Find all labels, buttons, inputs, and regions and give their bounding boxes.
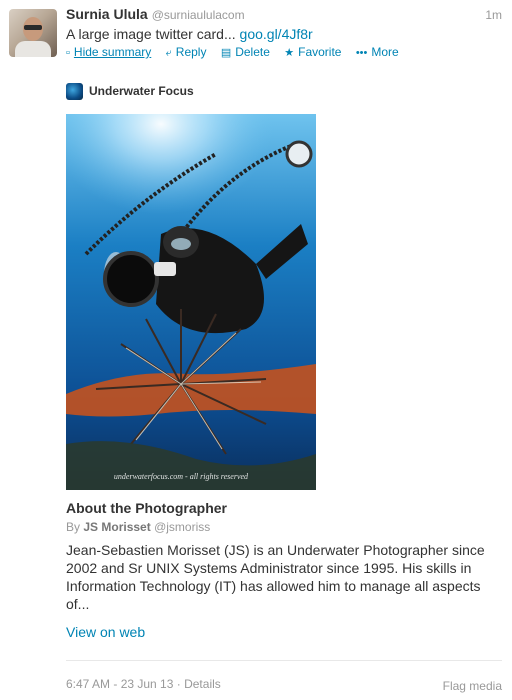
trash-icon: ▤ — [220, 47, 232, 59]
byline-prefix: By — [66, 520, 81, 534]
avatar[interactable] — [9, 9, 57, 57]
tweet-header: Surnia Ulula @surniaululacom 1m — [66, 6, 502, 24]
photo-diver-mask — [171, 238, 191, 250]
favorite-label: Favorite — [298, 45, 342, 59]
card-description: Jean-Sebastien Morisset (JS) is an Under… — [66, 542, 485, 612]
card-author-handle[interactable]: @jsmoriss — [154, 520, 210, 534]
avatar-sunglasses — [24, 25, 42, 30]
tweet-time[interactable]: 1m — [485, 8, 502, 22]
source-name: Underwater Focus — [89, 84, 194, 98]
hide-summary-button[interactable]: ▫ Hide summary — [66, 45, 151, 59]
reply-arrow-icon: ⤶ — [165, 47, 172, 59]
hide-summary-label: Hide summary — [73, 45, 152, 59]
footer-separator: · — [176, 677, 181, 691]
photo-camera-housing — [103, 251, 159, 307]
card-byline: By JS Morisset @jsmoriss — [66, 520, 210, 534]
delete-button[interactable]: ▤ Delete — [221, 45, 270, 59]
card-photo[interactable]: underwaterfocus.com - all rights reserve… — [66, 114, 316, 490]
tweet-timestamp[interactable]: 6:47 AM - 23 Jun 13 — [66, 677, 173, 691]
details-link[interactable]: Details — [184, 677, 221, 691]
footer-divider — [66, 660, 502, 661]
card-author[interactable]: JS Morisset — [83, 520, 150, 534]
avatar-shirt — [15, 41, 51, 57]
reply-label: Reply — [175, 45, 207, 59]
star-icon: ★ — [284, 47, 295, 59]
more-button[interactable]: ••• More — [356, 45, 399, 59]
tweet-footer: 6:47 AM - 23 Jun 13 · Details — [66, 677, 221, 691]
tweet: Surnia Ulula @surniaululacom 1m A large i… — [0, 0, 512, 700]
favorite-button[interactable]: ★ Favorite — [284, 45, 341, 59]
tweet-link[interactable]: goo.gl/4Jf8r — [240, 26, 313, 42]
tweet-actions: ▫ Hide summary ⤶ Reply ▤ Delete ★ Favorite •… — [66, 45, 410, 60]
delete-label: Delete — [235, 45, 270, 59]
view-on-web-link[interactable]: View on web — [66, 624, 145, 640]
user-handle[interactable]: @surniaululacom — [152, 8, 245, 22]
user-fullname[interactable]: Surnia Ulula — [66, 6, 148, 22]
tweet-text-body: A large image twitter card... — [66, 26, 236, 42]
source-logo-icon — [66, 83, 83, 100]
tweet-text: A large image twitter card... goo.gl/4Jf… — [66, 26, 313, 42]
photo-strobe — [285, 140, 313, 168]
ellipsis-icon: ••• — [355, 47, 368, 59]
document-icon: ▫ — [66, 47, 70, 59]
flag-media-link[interactable]: Flag media — [443, 679, 502, 693]
more-label: More — [371, 45, 399, 59]
photo-camera-screen — [154, 262, 176, 276]
photo-watermark: underwaterfocus.com - all rights reserve… — [114, 472, 249, 481]
card-title: About the Photographer — [66, 500, 227, 516]
reply-button[interactable]: ⤶ Reply — [166, 45, 207, 59]
